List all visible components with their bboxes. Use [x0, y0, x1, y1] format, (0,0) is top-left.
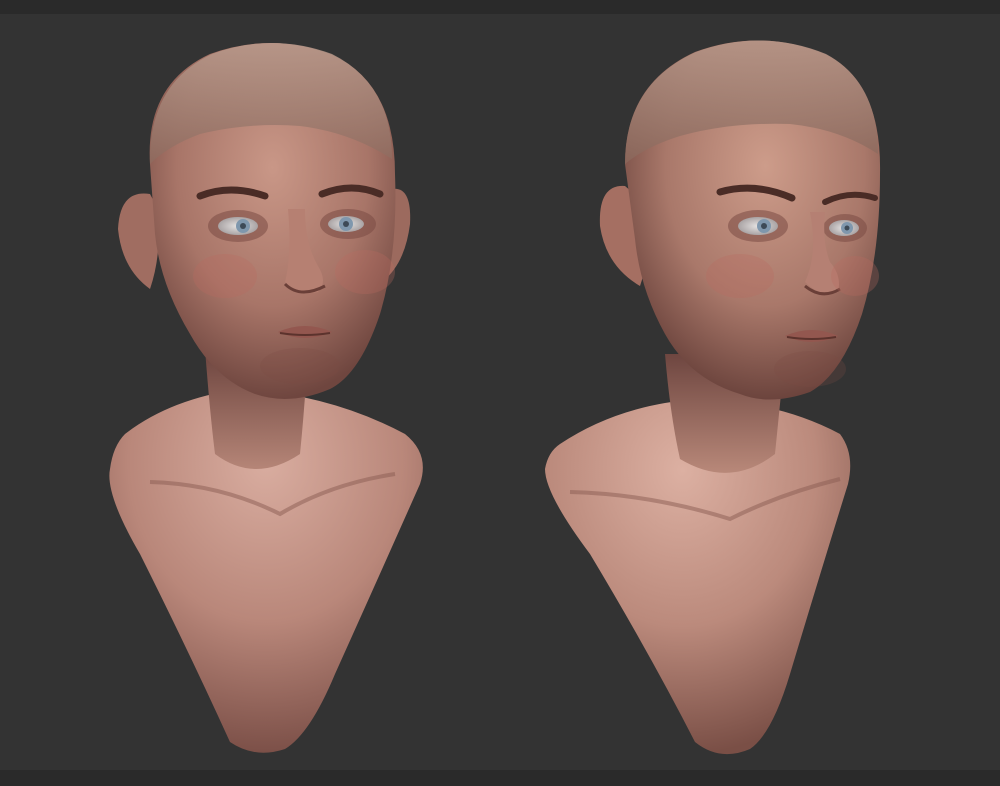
render-viewport [0, 14, 1000, 770]
left-ear [118, 193, 159, 289]
bust-render-front [0, 14, 500, 770]
top-frame-bar [0, 0, 1000, 14]
bust-front-illustration [109, 43, 423, 753]
bottom-frame-bar [0, 770, 1000, 786]
bust-three-quarter-illustration [545, 40, 881, 755]
bust-render-three-quarter [500, 14, 1000, 770]
